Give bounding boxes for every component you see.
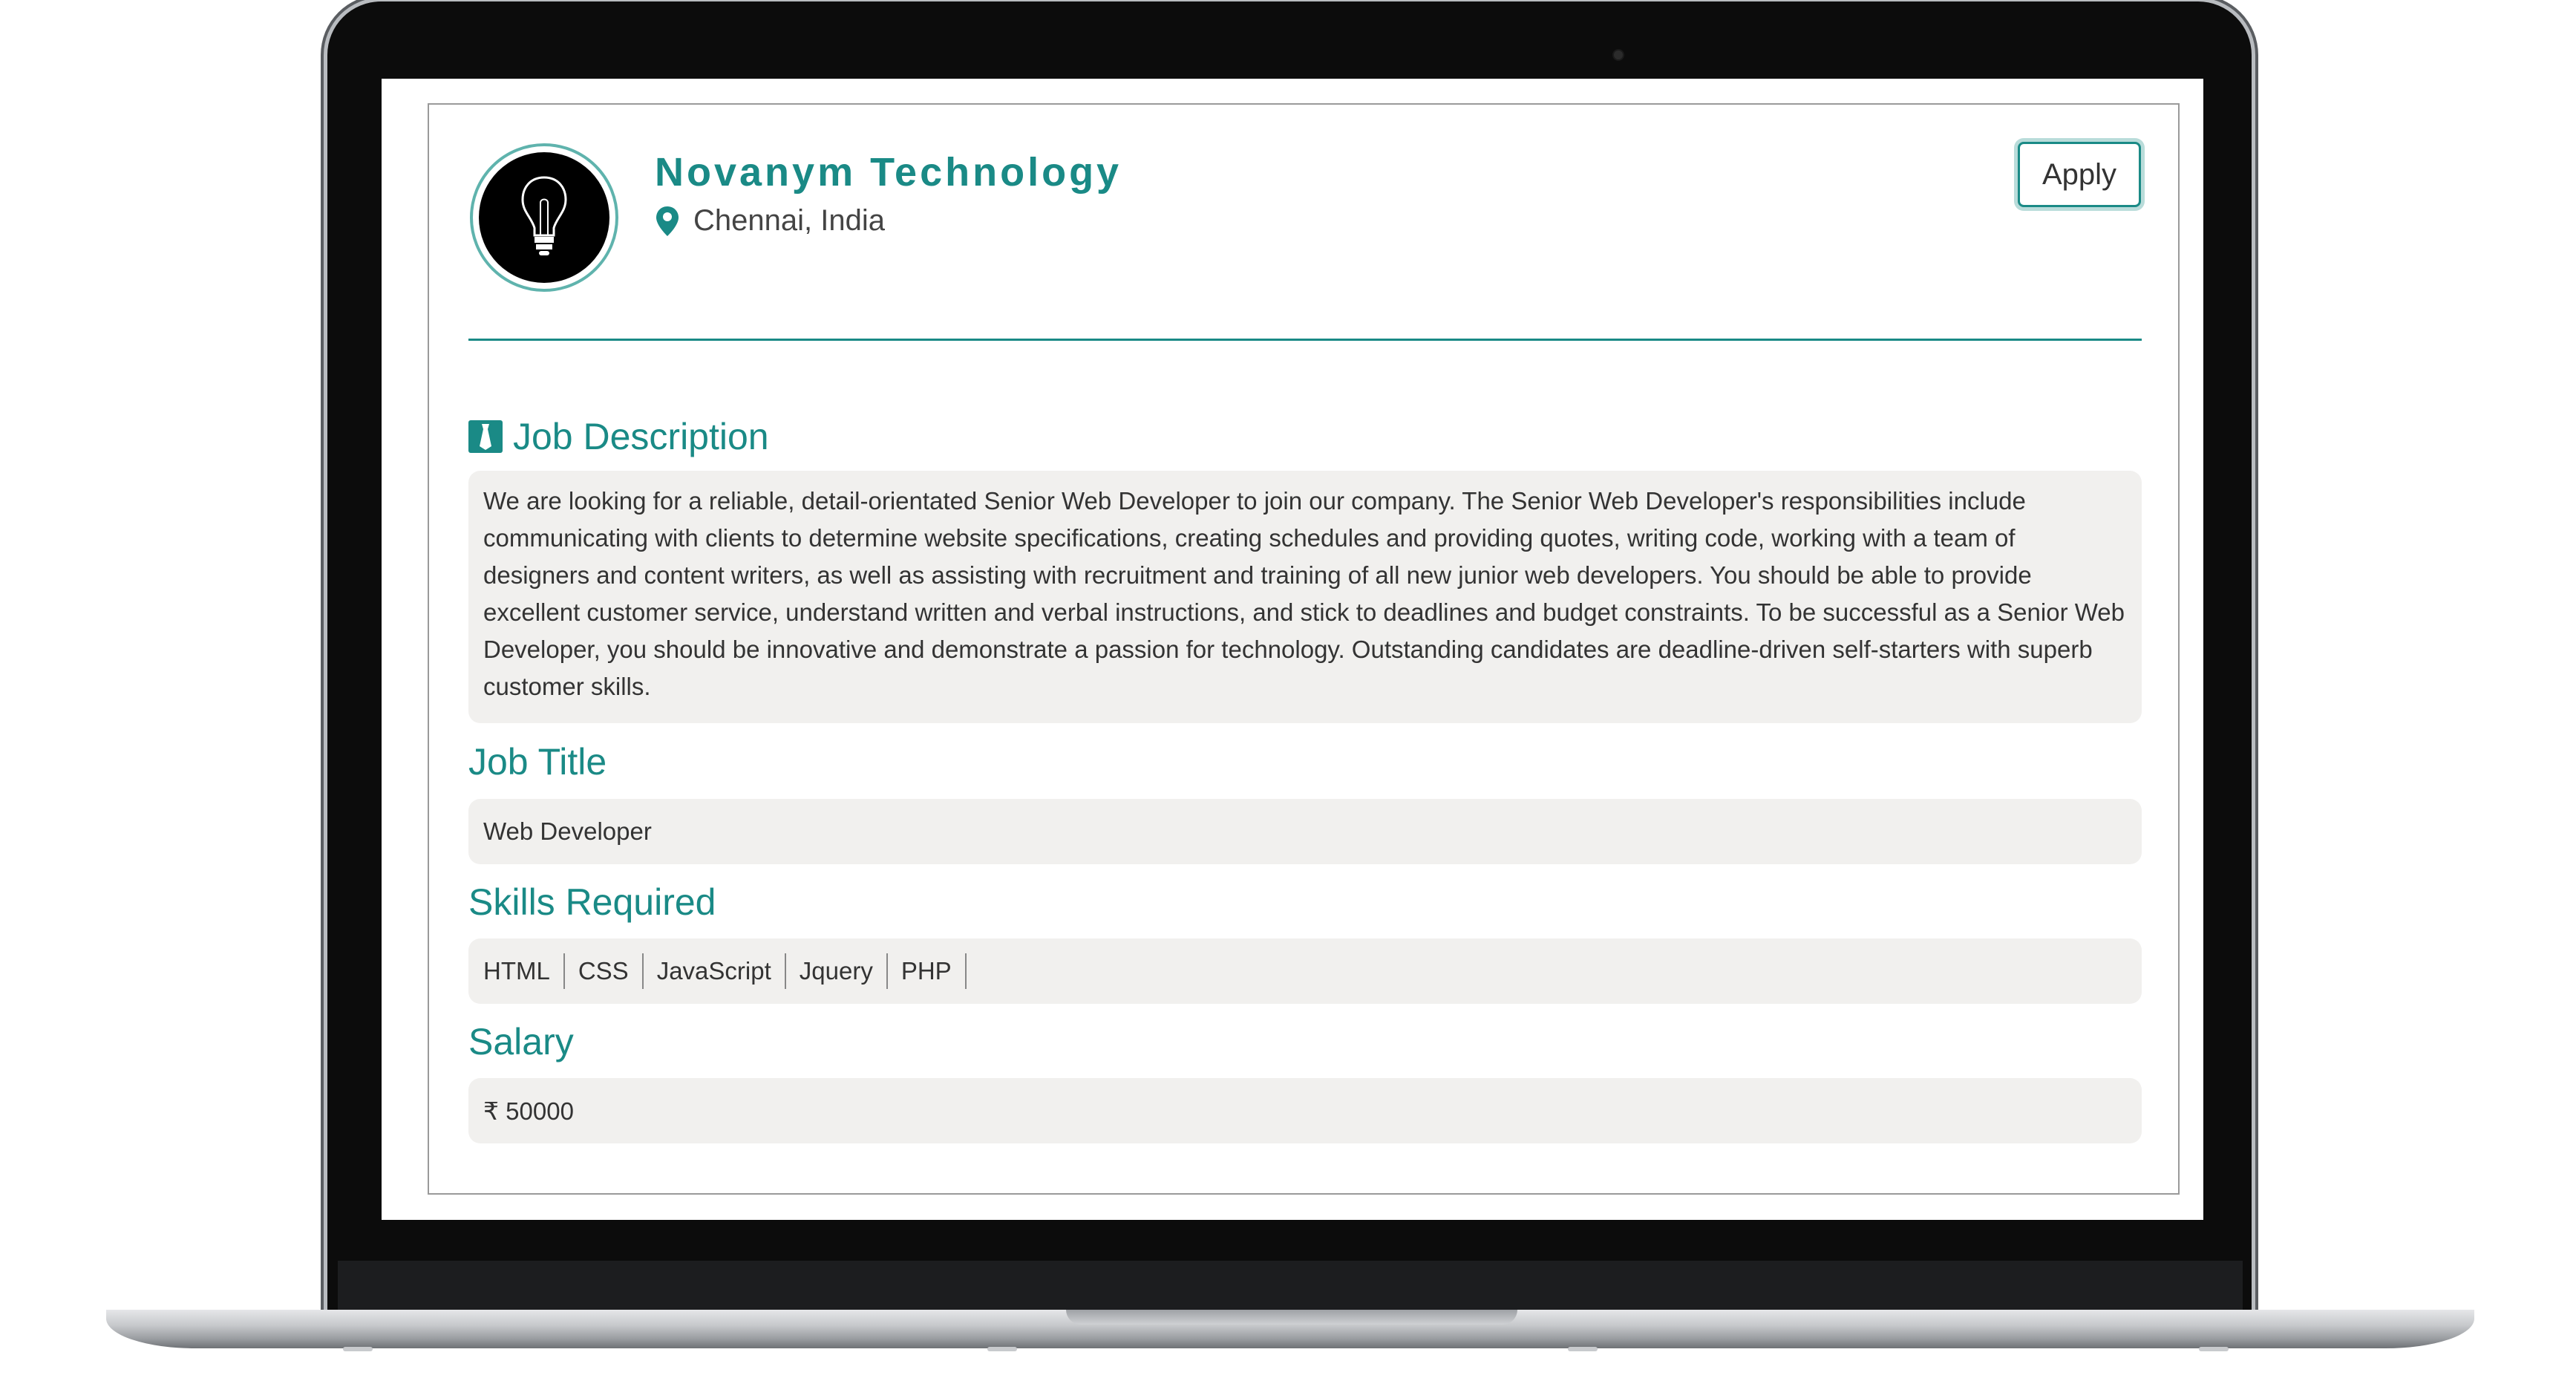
- apply-button[interactable]: Apply: [2018, 142, 2141, 207]
- screen: Novanym Technology Chennai, India Apply …: [382, 79, 2203, 1220]
- salary-heading: Salary: [468, 1021, 574, 1062]
- tie-icon: [468, 420, 503, 453]
- job-card: Novanym Technology Chennai, India Apply …: [428, 103, 2180, 1195]
- skill-tag: CSS: [565, 953, 644, 989]
- location-text: Chennai, India: [693, 204, 885, 237]
- job-title-heading: Job Title: [468, 741, 607, 783]
- skill-tag: Jquery: [786, 953, 888, 989]
- header-divider: [468, 339, 2142, 341]
- skills-heading: Skills Required: [468, 881, 716, 923]
- skill-tag: HTML: [483, 953, 565, 989]
- job-description-text: We are looking for a reliable, detail-or…: [468, 471, 2142, 723]
- skills-list: HTML CSS JavaScript Jquery PHP: [468, 938, 2142, 1004]
- job-description-title: Job Description: [513, 416, 769, 457]
- laptop-notch: [1066, 1310, 1517, 1325]
- laptop-foot: [343, 1347, 373, 1351]
- laptop-foot: [1568, 1347, 1598, 1351]
- camera-icon: [1612, 49, 1624, 61]
- skill-tag: JavaScript: [644, 953, 786, 989]
- company-logo: [470, 143, 618, 292]
- job-description-heading: Job Description: [468, 415, 769, 458]
- company-name: Novanym Technology: [655, 150, 1122, 195]
- company-location: Chennai, India: [655, 204, 885, 238]
- laptop-foot: [2199, 1347, 2229, 1351]
- salary-value: ₹ 50000: [468, 1078, 2142, 1143]
- map-pin-icon: [656, 206, 679, 236]
- laptop-foot: [987, 1347, 1017, 1351]
- job-title-value: Web Developer: [468, 799, 2142, 864]
- lightbulb-icon: [521, 176, 567, 255]
- skill-tag: PHP: [888, 953, 967, 989]
